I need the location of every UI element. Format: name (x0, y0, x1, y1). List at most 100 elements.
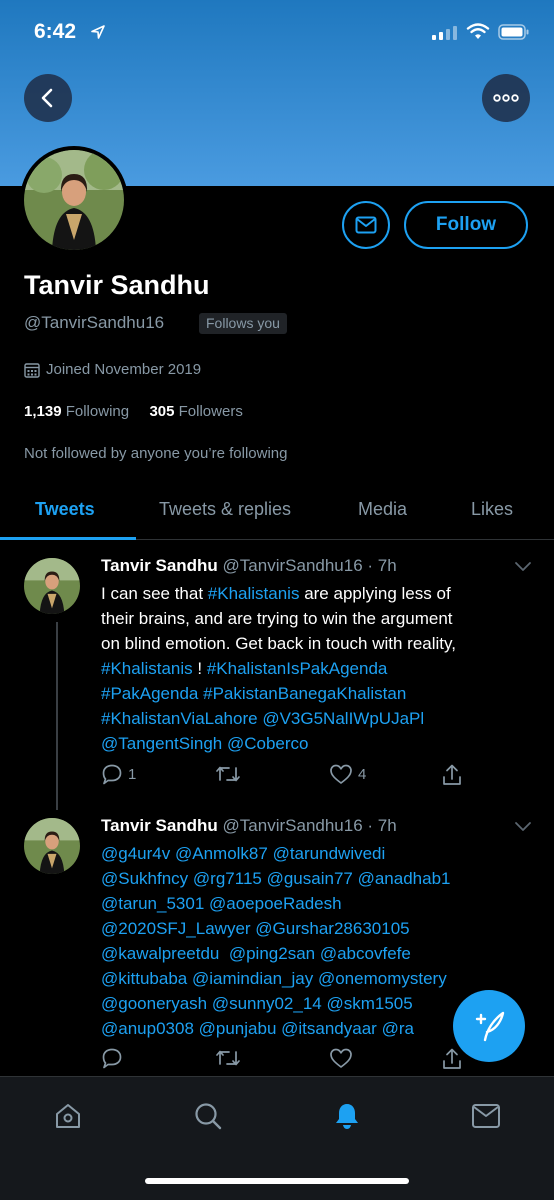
tweet-text-line: I can see that #Khalistanis are applying… (101, 581, 541, 606)
mention-link[interactable]: @skm1505 (326, 994, 412, 1013)
follow-button[interactable]: Follow (404, 201, 528, 249)
hashtag-link[interactable]: #Khalistanis (208, 584, 300, 603)
nav-messages[interactable] (469, 1099, 503, 1133)
mention-link[interactable]: @kittubaba (101, 969, 187, 988)
follow-counts: 1,139 Following 305 Followers (24, 403, 243, 420)
following-count: 1,139 (24, 403, 62, 420)
mention-link[interactable]: @anadhab1 (358, 869, 451, 888)
mention-link[interactable]: @ping2san (229, 944, 315, 963)
mention-link[interactable]: @2020SFJ_Lawyer (101, 919, 251, 938)
retweet-button[interactable] (215, 1047, 241, 1069)
tweet-text-line: their brains, and are trying to win the … (101, 606, 541, 631)
tweet-time: · 7h (367, 556, 397, 575)
tweet-text-line: @Sukhfncy @rg7115 @gusain77 @anadhab1 (101, 866, 541, 891)
hashtag-link[interactable]: #KhalistanIsPakAgenda (207, 659, 388, 678)
back-button[interactable] (24, 74, 72, 122)
following-link[interactable]: 1,139 Following (24, 403, 129, 420)
tweet-author[interactable]: Tanvir Sandhu (101, 556, 218, 575)
retweet-icon (216, 1050, 240, 1066)
notifications-icon (336, 1104, 358, 1129)
chevron-left-icon (41, 88, 53, 108)
hashtag-link[interactable]: #PakAgenda (101, 684, 198, 703)
mention-link[interactable]: @Gurshar28630105 (255, 919, 409, 938)
more-options-button[interactable] (482, 74, 530, 122)
share-button[interactable] (441, 763, 463, 787)
hashtag-link[interactable]: #KhalistanViaLahore (101, 709, 258, 728)
hashtag-link[interactable]: #PakistanBanegaKhalistan (203, 684, 406, 703)
tweet-text-line: #KhalistanViaLahore @V3G5NalIWpUJaPl (101, 706, 541, 731)
tweet-text-line: on blind emotion. Get back in touch with… (101, 631, 541, 656)
mention-link[interactable]: @g4ur4v (101, 844, 170, 863)
like-button[interactable] (329, 1047, 353, 1069)
retweet-button[interactable] (215, 763, 246, 785)
like-count: 4 (358, 765, 367, 783)
mention-link[interactable]: @kawalpreetdu (101, 944, 219, 963)
chevron-down-icon[interactable] (514, 561, 532, 573)
tweet-avatar[interactable] (24, 558, 80, 614)
tweet-text-line: #PakAgenda #PakistanBanegaKhalistan (101, 681, 541, 706)
reply-count: 1 (128, 765, 137, 783)
followers-count: 305 (149, 403, 175, 420)
tweet-text-line: @tarun_5301 @aoepoeRadesh (101, 891, 541, 916)
tweet-handle: @TanvirSandhu16 (222, 816, 363, 835)
nav-home[interactable] (51, 1099, 85, 1133)
mention-link[interactable]: @V3G5NalIWpUJaPl (262, 709, 424, 728)
compose-tweet-button[interactable] (453, 990, 525, 1062)
mention-link[interactable]: @tarun_5301 (101, 894, 204, 913)
tweet-header: Tanvir Sandhu @TanvirSandhu16 · 7h (101, 816, 397, 836)
followers-link[interactable]: 305 Followers (149, 403, 242, 420)
avatar-photo (24, 558, 80, 614)
tweet-author[interactable]: Tanvir Sandhu (101, 816, 218, 835)
like-button[interactable]: 4 (329, 763, 366, 785)
home-indicator (145, 1178, 409, 1184)
reply-button[interactable]: 1 (101, 763, 136, 785)
mention-link[interactable]: @gusain77 (267, 869, 353, 888)
not-followed-note: Not followed by anyone you’re following (24, 445, 288, 462)
mention-link[interactable]: @aoepoeRadesh (209, 894, 342, 913)
mention-link[interactable]: @rg7115 (193, 869, 262, 888)
profile-avatar[interactable] (20, 146, 128, 254)
message-button[interactable] (342, 201, 390, 249)
heart-icon (330, 764, 352, 784)
mention-link[interactable]: @TangentSingh (101, 734, 222, 753)
tweet-text-line: @g4ur4v @Anmolk87 @tarundwivedi (101, 841, 541, 866)
status-bar: 6:42 (0, 0, 554, 66)
retweet-icon (216, 766, 240, 782)
tab-likes[interactable]: Likes (471, 499, 513, 520)
tab-tweets[interactable]: Tweets (35, 499, 95, 520)
wifi-icon (466, 23, 490, 39)
tweet-text-line: @2020SFJ_Lawyer @Gurshar28630105 (101, 916, 541, 941)
share-button[interactable] (441, 1047, 463, 1071)
share-icon (443, 764, 461, 785)
tab-media[interactable]: Media (358, 499, 407, 520)
tweet-time: · 7h (367, 816, 397, 835)
profile-handle: @TanvirSandhu16 (24, 313, 165, 332)
mention-link[interactable]: @iamindian_jay (192, 969, 313, 988)
nav-notifications[interactable] (330, 1099, 364, 1133)
mention-link[interactable]: @onemomystery (318, 969, 447, 988)
mention-link[interactable]: @punjabu (199, 1019, 277, 1038)
mention-link[interactable]: @abcovfefe (320, 944, 411, 963)
mention-link[interactable]: @gooneryash (101, 994, 207, 1013)
follows-you-badge: Follows you (199, 313, 287, 334)
nav-search[interactable] (191, 1099, 225, 1133)
tab-tweets-and-replies[interactable]: Tweets & replies (159, 499, 291, 520)
chevron-down-icon[interactable] (514, 821, 532, 833)
mention-link[interactable]: @Sukhfncy (101, 869, 188, 888)
mention-link[interactable]: @anup0308 (101, 1019, 194, 1038)
tweet-avatar[interactable] (24, 818, 80, 874)
reply-button[interactable] (101, 1047, 123, 1069)
mention-link[interactable]: @tarundwivedi (273, 844, 386, 863)
cellular-signal-icon (432, 26, 457, 40)
mention-link[interactable]: @sunny02_14 (212, 994, 322, 1013)
mention-link[interactable]: @Coberco (227, 734, 309, 753)
tweet-text-line: #Khalistanis ! #KhalistanIsPakAgenda (101, 656, 541, 681)
mention-link[interactable]: @ra (382, 1019, 414, 1038)
hashtag-link[interactable]: #Khalistanis (101, 659, 193, 678)
tweet-text-segment: their brains, and are trying to win the … (101, 609, 453, 628)
search-icon (195, 1103, 222, 1130)
tweet-actions (101, 1047, 481, 1071)
tweet-handle: @TanvirSandhu16 (222, 556, 363, 575)
mention-link[interactable]: @itsandyaar (281, 1019, 377, 1038)
mention-link[interactable]: @Anmolk87 (175, 844, 268, 863)
